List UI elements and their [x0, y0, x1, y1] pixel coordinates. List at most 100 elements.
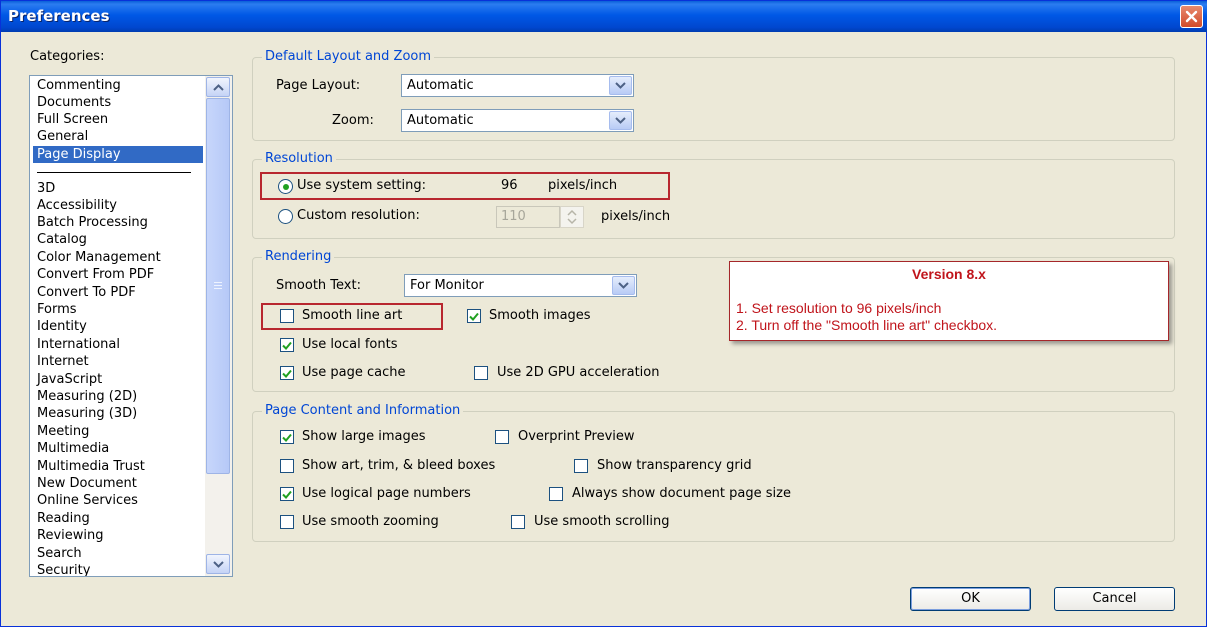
smooth-text-select[interactable]: For Monitor: [404, 274, 637, 297]
cancel-button[interactable]: Cancel: [1054, 587, 1175, 611]
scroll-down-button[interactable]: [206, 554, 230, 574]
overprint-checkbox[interactable]: [495, 430, 509, 444]
chevron-down-icon: [615, 117, 626, 124]
list-item[interactable]: Multimedia Trust: [37, 458, 145, 475]
list-item[interactable]: Reviewing: [37, 527, 104, 544]
large-images-label: Show large images: [302, 429, 426, 444]
list-item[interactable]: Measuring (3D): [37, 405, 137, 422]
chevron-down-icon: [212, 560, 224, 568]
art-trim-checkbox[interactable]: [280, 459, 294, 473]
note-line-2: 2. Turn off the "Smooth line art" checkb…: [736, 317, 998, 333]
list-item[interactable]: Forms: [37, 301, 77, 318]
layout-zoom-legend: Default Layout and Zoom: [262, 49, 435, 64]
zoom-select[interactable]: Automatic: [401, 109, 634, 132]
zoom-label: Zoom:: [332, 113, 374, 128]
transparency-checkbox[interactable]: [574, 459, 588, 473]
preferences-dialog: Preferences Categories: Commenting Docum…: [0, 0, 1207, 627]
list-scrollbar[interactable]: [205, 76, 232, 576]
close-button[interactable]: [1180, 5, 1203, 28]
list-item[interactable]: Full Screen: [37, 111, 108, 128]
system-resolution-value: 96: [501, 178, 518, 193]
large-images-checkbox[interactable]: [280, 430, 294, 444]
list-item[interactable]: JavaScript: [37, 371, 102, 388]
list-item[interactable]: Security: [37, 562, 90, 576]
list-item[interactable]: Color Management: [37, 249, 161, 266]
list-item[interactable]: Meeting: [37, 423, 89, 440]
list-item[interactable]: Identity: [37, 318, 87, 335]
note-title: Version 8.x: [912, 266, 986, 282]
smooth-text-dropdown-button[interactable]: [612, 276, 635, 295]
list-item[interactable]: Search: [37, 545, 82, 562]
page-layout-select[interactable]: Automatic: [401, 74, 634, 97]
list-item[interactable]: Convert From PDF: [37, 266, 154, 283]
ok-button[interactable]: OK: [910, 587, 1031, 611]
smooth-scrolling-checkbox[interactable]: [511, 515, 525, 529]
smooth-text-value: For Monitor: [410, 278, 484, 293]
list-item[interactable]: Reading: [37, 510, 90, 527]
page-cache-label: Use page cache: [302, 365, 406, 380]
list-item[interactable]: 3D: [37, 180, 55, 197]
list-item[interactable]: Accessibility: [37, 197, 117, 214]
logical-pages-checkbox[interactable]: [280, 487, 294, 501]
list-item[interactable]: Catalog: [37, 231, 87, 248]
list-item[interactable]: Commenting: [37, 77, 121, 94]
page-layout-dropdown-button[interactable]: [609, 76, 632, 95]
thumb-grip: [214, 285, 222, 286]
smooth-images-label: Smooth images: [489, 308, 591, 323]
system-setting-label: Use system setting:: [297, 178, 426, 193]
custom-resolution-label: Custom resolution:: [297, 208, 420, 223]
list-item[interactable]: Internet: [37, 353, 89, 370]
list-item[interactable]: Batch Processing: [37, 214, 148, 231]
smooth-zooming-checkbox[interactable]: [280, 515, 294, 529]
layout-zoom-group: [252, 57, 1175, 141]
doc-page-size-checkbox[interactable]: [549, 487, 563, 501]
overprint-label: Overprint Preview: [518, 429, 635, 444]
title-bar[interactable]: Preferences: [1, 1, 1207, 32]
art-trim-label: Show art, trim, & bleed boxes: [302, 458, 496, 473]
list-item[interactable]: International: [37, 336, 120, 353]
custom-resolution-unit: pixels/inch: [601, 209, 671, 224]
custom-resolution-value: 110: [501, 209, 526, 224]
chevron-down-icon: [615, 82, 626, 89]
list-separator: [37, 172, 191, 173]
page-layout-label: Page Layout:: [276, 78, 361, 93]
thumb-grip: [214, 288, 222, 289]
note-line-1: 1. Set resolution to 96 pixels/inch: [736, 300, 942, 316]
gpu-acceleration-checkbox[interactable]: [474, 366, 488, 380]
list-item[interactable]: Multimedia: [37, 440, 109, 457]
close-icon: [1185, 10, 1198, 23]
spinner-arrows-icon: [567, 209, 577, 225]
list-item[interactable]: Convert To PDF: [37, 284, 136, 301]
page-content-legend: Page Content and Information: [262, 403, 464, 418]
smooth-text-label: Smooth Text:: [276, 278, 361, 293]
custom-resolution-spinner[interactable]: [560, 206, 584, 228]
radio-dot: [282, 183, 289, 190]
version-note: Version 8.x 1. Set resolution to 96 pixe…: [729, 261, 1169, 341]
list-item-selected[interactable]: Page Display: [33, 146, 203, 163]
list-item[interactable]: Documents: [37, 94, 111, 111]
zoom-dropdown-button[interactable]: [609, 111, 632, 130]
gpu-acceleration-label: Use 2D GPU acceleration: [497, 365, 660, 380]
smooth-images-checkbox[interactable]: [467, 309, 481, 323]
list-item[interactable]: Online Services: [37, 492, 138, 509]
local-fonts-checkbox[interactable]: [280, 338, 294, 352]
list-item[interactable]: General: [37, 128, 88, 145]
scroll-thumb[interactable]: [206, 98, 230, 474]
system-setting-radio[interactable]: [278, 179, 293, 194]
custom-resolution-input[interactable]: 110: [496, 206, 560, 228]
smooth-zooming-label: Use smooth zooming: [302, 514, 439, 529]
zoom-value: Automatic: [407, 113, 474, 128]
doc-page-size-label: Always show document page size: [572, 486, 791, 501]
checkmark-icon: [282, 369, 292, 378]
custom-resolution-radio[interactable]: [278, 209, 293, 224]
window-title: Preferences: [8, 7, 110, 25]
scroll-up-button[interactable]: [206, 77, 230, 97]
rendering-legend: Rendering: [262, 249, 335, 264]
local-fonts-label: Use local fonts: [302, 337, 398, 352]
page-cache-checkbox[interactable]: [280, 366, 294, 380]
chevron-down-icon: [618, 282, 629, 289]
categories-list[interactable]: Commenting Documents Full Screen General…: [29, 75, 233, 577]
list-item[interactable]: Measuring (2D): [37, 388, 137, 405]
smooth-line-art-checkbox[interactable]: [280, 309, 294, 323]
list-item[interactable]: New Document: [37, 475, 137, 492]
